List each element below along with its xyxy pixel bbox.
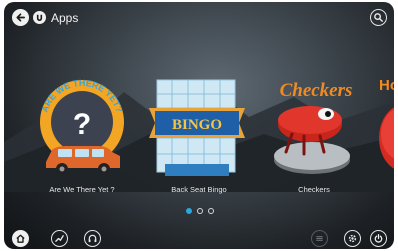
power-button[interactable]: [370, 230, 387, 247]
page-dot[interactable]: [186, 208, 192, 214]
bingo-card-artwork: BINGO: [149, 79, 245, 176]
stats-icon: [55, 235, 64, 242]
app-tile-partial[interactable]: Ho: [371, 74, 394, 184]
page-dot[interactable]: [208, 208, 214, 214]
page-title: Apps: [51, 11, 79, 25]
menu-button[interactable]: [311, 230, 328, 247]
back-arrow-icon: [16, 13, 25, 22]
checkers-artwork: Checkers: [274, 80, 353, 174]
app-tile-back-seat-bingo[interactable]: BINGO: [149, 74, 253, 184]
app-logo-icon: [33, 11, 46, 24]
tile-banner: BINGO: [172, 117, 222, 133]
search-icon: [374, 13, 383, 22]
tile-banner: Checkers: [280, 80, 353, 101]
apps-screen: Apps ARE WE THERE YET? ? Are We There Ye…: [4, 2, 394, 249]
svg-text:?: ?: [73, 108, 91, 141]
headphones-icon: [88, 234, 97, 243]
search-button[interactable]: [370, 9, 387, 26]
gear-icon: [348, 234, 357, 243]
are-we-there-yet-artwork: ARE WE THERE YET? ?: [40, 78, 124, 175]
top-bar: Apps: [4, 2, 394, 32]
power-icon: [374, 234, 383, 243]
tile-banner: Ho: [379, 77, 394, 94]
app-label-checkers: Checkers: [298, 185, 330, 194]
app-tile-checkers[interactable]: Checkers: [264, 74, 368, 184]
settings-button[interactable]: [344, 230, 361, 247]
audio-button[interactable]: [84, 230, 101, 247]
app-label-are-we-there-yet: Are We There Yet ?: [49, 185, 115, 194]
page-indicator: [186, 208, 214, 214]
back-button[interactable]: [12, 9, 29, 26]
home-icon: [16, 234, 25, 243]
stats-button[interactable]: [51, 230, 68, 247]
menu-icon: [316, 236, 323, 241]
page-dot[interactable]: [197, 208, 203, 214]
partial-tile-artwork: Ho: [379, 77, 394, 169]
app-label-back-seat-bingo: Back Seat Bingo: [171, 185, 227, 194]
home-button[interactable]: [12, 230, 29, 247]
app-tile-are-we-there-yet[interactable]: ARE WE THERE YET? ?: [32, 74, 136, 184]
